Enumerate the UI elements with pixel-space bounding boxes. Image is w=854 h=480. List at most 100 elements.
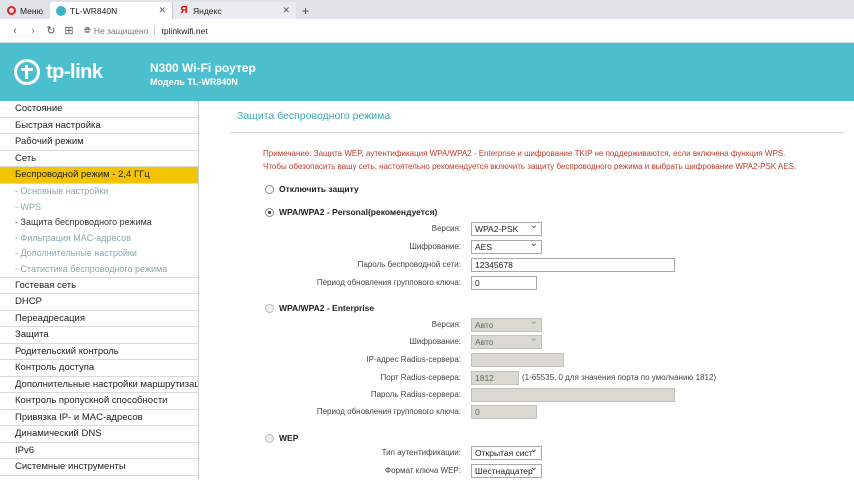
security-label: Не защищено: [93, 25, 149, 36]
field-label: Шифрование:: [409, 337, 461, 346]
grid-icon[interactable]: ⊞: [60, 24, 78, 37]
browser-menu-button[interactable]: Меню: [0, 2, 50, 19]
radius-ip-input[interactable]: [471, 353, 564, 367]
back-icon[interactable]: ‹: [6, 25, 24, 37]
field-label: Пароль Radius-сервера:: [370, 390, 461, 399]
model-title: N300 Wi-Fi роутер: [150, 61, 256, 75]
sidebar-item-advanced-routing[interactable]: Дополнительные настройки маршрутизации: [0, 377, 198, 393]
radius-password-input[interactable]: [471, 388, 675, 402]
field-label: Версия:: [431, 224, 461, 233]
model-info: N300 Wi-Fi роутер Модель TL-WR840N: [150, 61, 256, 87]
sidebar-subitem-wps[interactable]: - WPS: [0, 199, 198, 215]
radio-personal[interactable]: [265, 207, 274, 217]
enterprise-encryption-select[interactable]: Авто: [471, 333, 542, 349]
wep-format-row: Формат ключа WEP: Шестнадцатер: [200, 462, 854, 478]
field-label: Период обновления группового ключа:: [316, 407, 461, 416]
radius-port-input[interactable]: 1812: [471, 371, 519, 385]
enterprise-port-row: Порт Radius-сервера: 1812 (1-65535, 0 дл…: [200, 371, 854, 385]
option-wpa-enterprise[interactable]: WPA/WPA2 - Enterprise: [265, 303, 374, 313]
enterprise-period-row: Период обновления группового ключа: 0: [200, 405, 854, 419]
tplink-favicon-icon: [56, 5, 66, 16]
logo-text: tp-link: [46, 60, 103, 83]
option-disable-security[interactable]: Отключить защиту: [265, 184, 359, 194]
sidebar-item-bandwidth-control[interactable]: Контроль пропускной способности: [0, 393, 198, 410]
sidebar-item-security[interactable]: Защита: [0, 327, 198, 344]
model-subtitle: Модель TL-WR840N: [150, 77, 238, 87]
personal-period-row: Период обновления группового ключа: 0: [200, 276, 854, 290]
url-text: tplinkwifi.net: [161, 25, 208, 36]
enterprise-password-row: Пароль Radius-сервера:: [200, 388, 854, 402]
sidebar-item-network[interactable]: Сеть: [0, 151, 198, 167]
personal-period-input[interactable]: 0: [471, 276, 537, 290]
sidebar-subitem-advanced[interactable]: - Дополнительные настройки: [0, 246, 198, 262]
sidebar-item-access-control[interactable]: Контроль доступа: [0, 360, 198, 377]
field-label: IP-адрес Radius-сервера:: [366, 355, 461, 364]
sidebar-item-wireless[interactable]: Беспроводной режим - 2,4 ГГц: [0, 167, 198, 184]
wep-auth-select[interactable]: Открытая сист: [471, 444, 542, 460]
personal-encryption-row: Шифрование: AES: [200, 238, 854, 254]
forward-icon[interactable]: ›: [24, 25, 42, 37]
router-header: tp-link N300 Wi-Fi роутер Модель TL-WR84…: [0, 43, 854, 101]
enterprise-period-input[interactable]: 0: [471, 405, 537, 419]
tab-tplink[interactable]: TL-WR840N ✕: [50, 2, 172, 19]
tplink-logo: tp-link: [14, 59, 103, 85]
radio-disable[interactable]: [265, 184, 274, 194]
option-label: WPA/WPA2 - Personal(рекомендуется): [279, 207, 438, 217]
address-bar: ‹ › ↻ ⊞ 🌐︎ Не защищено tplinkwifi.net: [0, 19, 854, 43]
enterprise-encryption-row: Шифрование: Авто: [200, 333, 854, 349]
yandex-favicon-icon: Я: [180, 5, 188, 16]
personal-encryption-select[interactable]: AES: [471, 238, 542, 254]
radio-enterprise[interactable]: [265, 303, 274, 313]
note-line-2: Чтобы обезопасить вашу сеть, настоятельн…: [263, 162, 797, 171]
menu-label: Меню: [20, 5, 43, 16]
sidebar-submenu: - Основные настройки - WPS - Защита бесп…: [0, 184, 198, 278]
browser-tabbar: Меню TL-WR840N ✕ Я Яндекс ✕ +: [0, 0, 854, 19]
enterprise-version-select[interactable]: Авто: [471, 316, 542, 332]
sidebar-item-quick-setup[interactable]: Быстрая настройка: [0, 118, 198, 134]
field-label: Период обновления группового ключа:: [316, 278, 461, 287]
sidebar-item-ipv6[interactable]: IPv6: [0, 443, 198, 459]
sidebar-item-system-tools[interactable]: Системные инструменты: [0, 459, 198, 476]
note-line-1: Примечание: Защита WEP, аутентификация W…: [263, 149, 786, 158]
field-label: Версия:: [431, 320, 461, 329]
title-divider: [230, 132, 844, 133]
reload-icon[interactable]: ↻: [42, 24, 60, 37]
globe-icon: 🌐︎: [84, 25, 91, 35]
wep-format-select[interactable]: Шестнадцатер: [471, 462, 542, 478]
tab-yandex[interactable]: Я Яндекс ✕: [172, 2, 296, 19]
tplink-logo-icon: [14, 59, 40, 85]
field-label: Порт Radius-сервера:: [380, 373, 461, 382]
option-label: WEP: [279, 433, 299, 443]
field-label: Тип аутентификации:: [381, 448, 461, 457]
sidebar-item-guest-network[interactable]: Гостевая сеть: [0, 278, 198, 294]
new-tab-button[interactable]: +: [296, 2, 315, 19]
sidebar-item-status[interactable]: Состояние: [0, 101, 198, 118]
url-field[interactable]: 🌐︎ Не защищено tplinkwifi.net: [84, 25, 208, 36]
wep-auth-row: Тип аутентификации: Открытая сист: [200, 444, 854, 460]
option-wpa-personal[interactable]: WPA/WPA2 - Personal(рекомендуется): [265, 207, 437, 217]
url-separator: [154, 25, 156, 36]
personal-password-row: Пароль беспроводной сети: 12345678: [200, 258, 854, 272]
field-label: Шифрование:: [409, 242, 461, 251]
sidebar-subitem-basic[interactable]: - Основные настройки: [0, 184, 198, 200]
personal-version-select[interactable]: WPA2-PSK: [471, 220, 542, 236]
personal-password-input[interactable]: 12345678: [471, 258, 675, 272]
page-title: Защита беспроводного режима: [237, 110, 391, 122]
tab-close-icon[interactable]: ✕: [282, 5, 290, 16]
enterprise-ip-row: IP-адрес Radius-сервера:: [200, 353, 854, 367]
sidebar: Состояние Быстрая настройка Рабочий режи…: [0, 101, 199, 480]
sidebar-item-ip-mac-binding[interactable]: Привязка IP- и MAC-адресов: [0, 410, 198, 426]
sidebar-item-operation-mode[interactable]: Рабочий режим: [0, 134, 198, 151]
option-wep[interactable]: WEP: [265, 433, 298, 443]
sidebar-item-parental-control[interactable]: Родительский контроль: [0, 344, 198, 360]
tab-title: Яндекс: [193, 5, 222, 16]
sidebar-item-ddns[interactable]: Динамический DNS: [0, 426, 198, 443]
sidebar-item-dhcp[interactable]: DHCP: [0, 294, 198, 311]
main-content: Защита беспроводного режима Примечание: …: [200, 101, 854, 480]
sidebar-subitem-statistics[interactable]: - Статистика беспроводного режима: [0, 261, 198, 277]
sidebar-subitem-security[interactable]: - Защита беспроводного режима: [0, 215, 198, 231]
tab-close-icon[interactable]: ✕: [158, 5, 166, 16]
sidebar-item-forwarding[interactable]: Переадресация: [0, 311, 198, 327]
radio-wep[interactable]: [265, 433, 274, 443]
sidebar-subitem-mac-filter[interactable]: - Фильтрация MAC-адресов: [0, 230, 198, 246]
